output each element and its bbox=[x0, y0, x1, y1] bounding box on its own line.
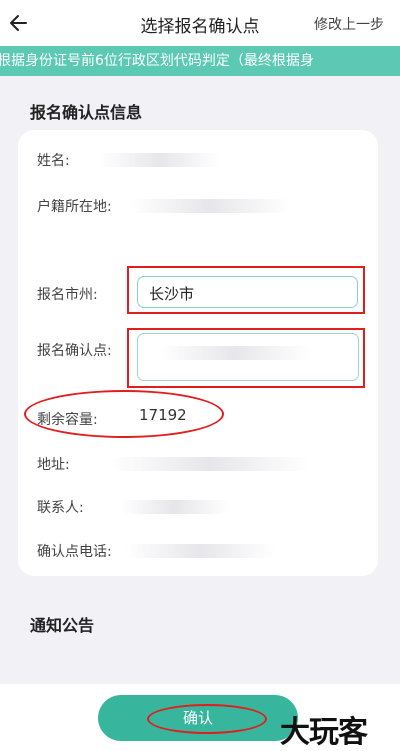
info-section-title: 报名确认点信息 bbox=[30, 103, 143, 122]
annotation-box-point bbox=[127, 328, 365, 388]
confirmation-point-label: 报名确认点: bbox=[37, 343, 112, 359]
watermark-logo: 大玩客 bbox=[280, 715, 368, 750]
announcement-title: 通知公告 bbox=[30, 616, 95, 635]
name-value-redacted bbox=[100, 153, 220, 167]
annotation-ellipse-confirm bbox=[147, 704, 267, 734]
top-bar: 选择报名确认点 修改上一步 bbox=[0, 0, 400, 46]
contact-label: 联系人: bbox=[37, 500, 84, 516]
modify-previous-step-link[interactable]: 修改上一步 bbox=[314, 14, 384, 34]
phone-value-redacted bbox=[125, 544, 275, 558]
contact-value-redacted bbox=[120, 500, 230, 514]
city-label: 报名市州: bbox=[37, 287, 98, 303]
address-value-redacted bbox=[110, 457, 310, 471]
name-label: 姓名: bbox=[37, 153, 70, 169]
address-label: 地址: bbox=[37, 457, 70, 473]
notice-banner: 根据身份证号前6位行政区划代码判定（最终根据身 bbox=[0, 46, 400, 76]
household-label: 户籍所在地: bbox=[37, 199, 112, 215]
phone-label: 确认点电话: bbox=[37, 544, 112, 560]
annotation-ellipse-capacity bbox=[24, 390, 224, 438]
household-value-redacted bbox=[130, 199, 290, 213]
annotation-box-city bbox=[127, 266, 365, 314]
